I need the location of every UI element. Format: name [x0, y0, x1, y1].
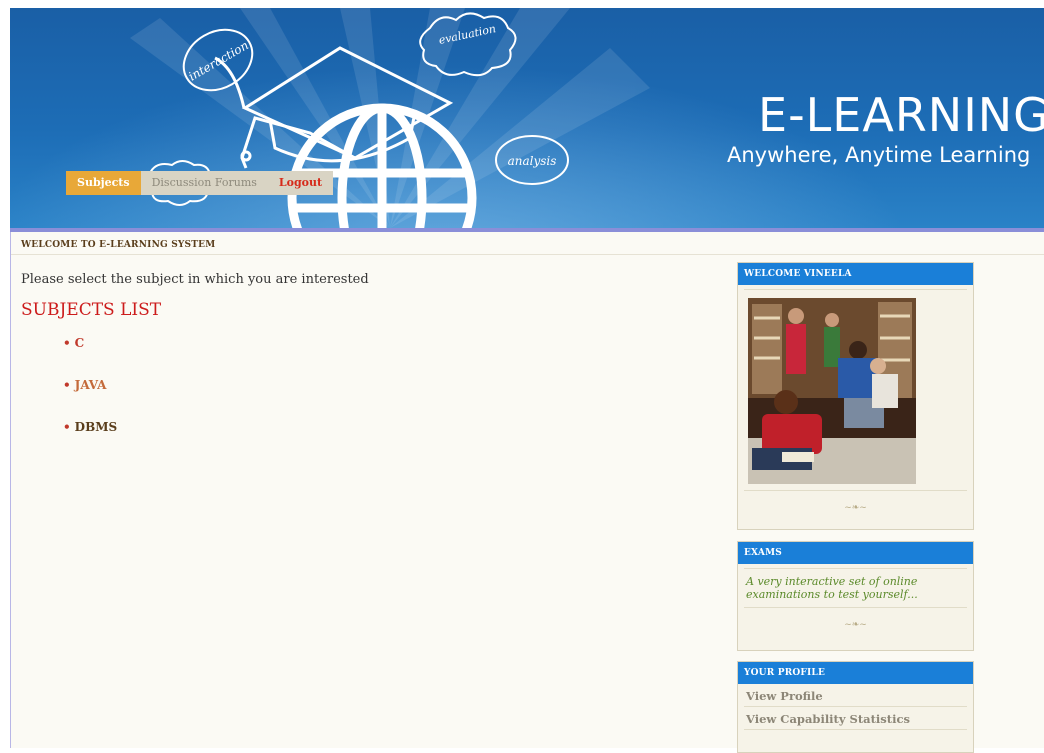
main-content: WELCOME TO E-LEARNING SYSTEM Please sele… [10, 232, 1044, 753]
intro-text: Please select the subject in which you a… [21, 272, 369, 287]
subjects-list-title: SUBJECTS LIST [21, 300, 162, 320]
panel-divider [744, 289, 967, 290]
profile-panel: YOUR PROFILE View Profile View Capabilit… [737, 661, 974, 753]
ornament-divider: ~❧~ [844, 620, 867, 630]
exams-panel-title: EXAMS [738, 542, 973, 564]
bullet-icon: • [63, 336, 71, 350]
bubble-label-analysis: analysis [508, 154, 557, 168]
view-profile-link[interactable]: View Profile [744, 684, 967, 707]
breadcrumb: WELCOME TO E-LEARNING SYSTEM [21, 240, 216, 250]
profile-panel-title: YOUR PROFILE [738, 662, 973, 684]
panel-divider [744, 607, 967, 608]
list-item: • JAVA [63, 378, 117, 420]
subjects-list: • C • JAVA • DBMS [63, 336, 117, 462]
panel-divider [744, 490, 967, 491]
welcome-panel-title: WELCOME VINEELA [738, 263, 973, 285]
header-banner: interaction evaluation analysis E-LEARNI… [10, 8, 1044, 228]
bullet-icon: • [63, 378, 71, 392]
site-tagline: Anywhere, Anytime Learning [727, 143, 1031, 167]
subject-link-dbms[interactable]: DBMS [75, 420, 118, 434]
exams-panel: EXAMS A very interactive set of online e… [737, 541, 974, 651]
list-item: • C [63, 336, 117, 378]
breadcrumb-divider [11, 254, 1044, 255]
site-title: E-LEARNING [758, 88, 1044, 142]
view-capability-statistics-link[interactable]: View Capability Statistics [744, 707, 967, 730]
main-nav: Subjects Discussion Forums Logout [66, 171, 334, 195]
nav-discussion-forums[interactable]: Discussion Forums [140, 171, 268, 195]
students-photo [748, 298, 916, 484]
subject-link-java[interactable]: JAVA [75, 378, 107, 392]
subject-link-c[interactable]: C [75, 336, 85, 350]
graduation-globe-illustration: interaction evaluation analysis [130, 8, 650, 228]
ornament-divider: ~❧~ [844, 503, 867, 513]
exams-description[interactable]: A very interactive set of online examina… [746, 575, 965, 601]
bullet-icon: • [63, 420, 71, 434]
nav-logout[interactable]: Logout [267, 171, 334, 195]
panel-divider [744, 568, 967, 569]
nav-subjects[interactable]: Subjects [66, 171, 141, 195]
welcome-panel: WELCOME VINEELA ~❧~ [737, 262, 974, 530]
list-item: • DBMS [63, 420, 117, 462]
